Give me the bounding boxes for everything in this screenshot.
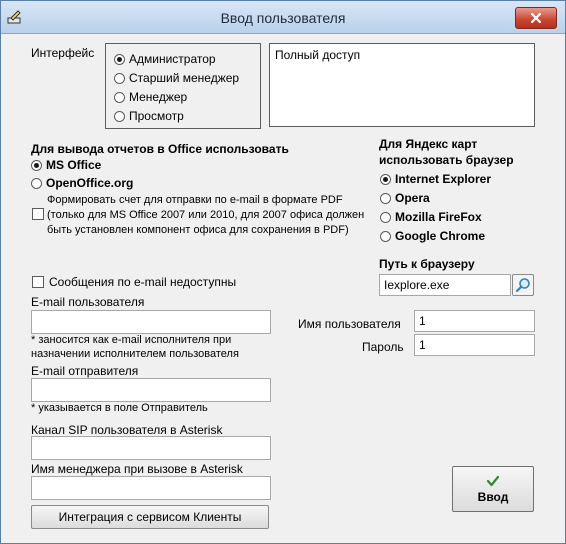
pdf-checkbox-label-1: Формировать счет для отправки по e-mail …	[47, 194, 343, 206]
yandex-heading-1: Для Яндекс карт	[379, 137, 478, 151]
radio-firefox[interactable]	[380, 211, 391, 223]
browse-button[interactable]	[512, 274, 534, 296]
password-input[interactable]: 1	[414, 334, 535, 356]
sender-email-note: * указывается в поле Отправитель	[31, 402, 208, 414]
username-label: Имя пользователя	[298, 317, 401, 331]
close-icon	[530, 12, 542, 24]
radio-opera[interactable]	[380, 192, 391, 204]
role-option-label: Старший менеджер	[129, 71, 240, 85]
sip-channel-input[interactable]	[31, 436, 271, 460]
office-option-label: MS Office	[46, 158, 102, 172]
browser-option-firefox[interactable]: Mozilla FireFox	[380, 210, 482, 224]
browser-option-label: Opera	[395, 191, 430, 205]
user-email-input[interactable]	[31, 310, 271, 334]
role-option-label: Менеджер	[129, 90, 188, 104]
enter-button-label: Ввод	[477, 489, 509, 504]
browser-option-label: Internet Explorer	[395, 172, 492, 186]
close-button[interactable]	[515, 7, 557, 29]
clients-integration-button[interactable]: Интеграция с сервисом Клиенты	[31, 505, 269, 529]
office-option-ms[interactable]: MS Office	[31, 158, 101, 172]
browser-option-opera[interactable]: Opera	[380, 191, 430, 205]
radio-chrome[interactable]	[380, 230, 391, 242]
interface-role-group: Администратор Старший менеджер Менеджер …	[105, 43, 261, 129]
search-icon	[515, 278, 530, 293]
pdf-checkbox-label-3: быть установлен компонент офиса для сохр…	[47, 224, 349, 236]
radio-internet-explorer[interactable]	[380, 173, 391, 185]
radio-senior-manager[interactable]	[114, 72, 125, 84]
role-option-manager[interactable]: Менеджер	[114, 90, 187, 104]
enter-button[interactable]: Ввод	[452, 466, 534, 512]
interface-label: Интерфейс	[31, 46, 95, 60]
user-email-label: E-mail пользователя	[31, 295, 145, 309]
pdf-checkbox-label-2: (только для MS Office 2007 или 2010, для…	[47, 209, 365, 221]
radio-manager[interactable]	[114, 91, 125, 103]
pdf-checkbox[interactable]	[32, 208, 44, 220]
dialog-body: Интерфейс Администратор Старший менеджер…	[9, 33, 557, 535]
yandex-heading-2: использовать браузер	[379, 153, 514, 167]
radio-admin[interactable]	[114, 53, 125, 65]
role-option-view[interactable]: Просмотр	[114, 109, 184, 123]
sender-email-input[interactable]	[31, 378, 271, 402]
radio-ms-office[interactable]	[31, 159, 42, 171]
window-title: Ввод пользователя	[220, 10, 346, 26]
user-input-dialog: Ввод пользователя Интерфейс Администрато…	[0, 0, 566, 544]
browser-option-label: Mozilla FireFox	[395, 210, 482, 224]
browser-option-ie[interactable]: Internet Explorer	[380, 172, 491, 186]
radio-view[interactable]	[114, 110, 125, 122]
username-input[interactable]: 1	[414, 310, 535, 332]
browser-option-chrome[interactable]: Google Chrome	[380, 229, 485, 243]
role-description-box[interactable]: Полный доступ	[269, 43, 535, 127]
role-option-label: Просмотр	[129, 109, 184, 123]
role-option-admin[interactable]: Администратор	[114, 52, 216, 66]
user-email-note-1: * заносится как e-mail исполнителя при	[31, 334, 232, 346]
role-option-label: Администратор	[129, 52, 216, 66]
email-unavailable-checkbox[interactable]	[32, 276, 44, 288]
email-unavailable-label: Сообщения по e-mail недоступны	[49, 275, 237, 289]
browser-path-input[interactable]: Iexplore.exe	[379, 274, 511, 296]
asterisk-manager-label: Имя менеджера при вызове в Asterisk	[31, 462, 243, 476]
clients-integration-label: Интеграция с сервисом Клиенты	[58, 510, 242, 524]
browser-option-label: Google Chrome	[395, 229, 486, 243]
office-option-label: OpenOffice.org	[46, 176, 134, 190]
role-description-text: Полный доступ	[275, 48, 361, 62]
checkmark-icon	[486, 475, 500, 486]
radio-openoffice[interactable]	[31, 177, 42, 189]
title-bar: Ввод пользователя	[1, 1, 565, 34]
user-email-note-2: назначении исполнителем пользователя	[31, 348, 239, 360]
sender-email-label: E-mail отправителя	[31, 364, 139, 378]
role-option-senior-manager[interactable]: Старший менеджер	[114, 71, 239, 85]
asterisk-manager-input[interactable]	[31, 476, 271, 500]
office-option-openoffice[interactable]: OpenOffice.org	[31, 176, 133, 190]
office-heading: Для вывода отчетов в Office использовать	[31, 142, 289, 156]
sip-channel-label: Канал SIP пользователя в Asterisk	[31, 423, 223, 437]
password-label: Пароль	[362, 340, 404, 354]
browser-path-label: Путь к браузеру	[379, 257, 475, 271]
